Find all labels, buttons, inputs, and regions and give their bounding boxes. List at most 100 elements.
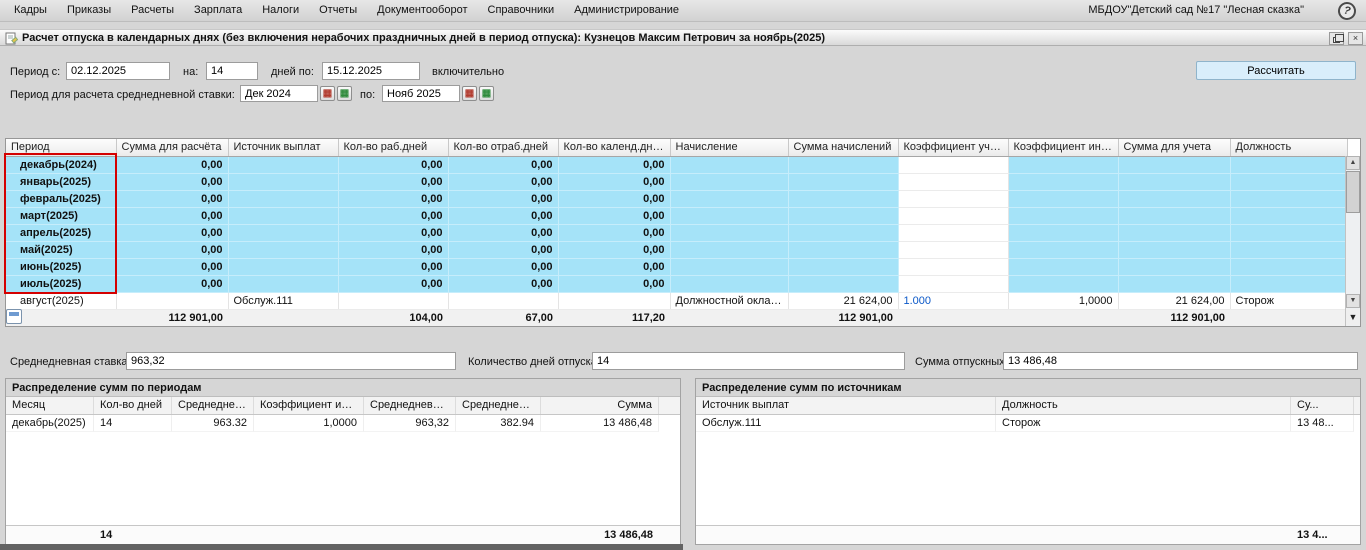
grid-cell[interactable]: 0,00: [448, 173, 558, 190]
grid-cell[interactable]: [1230, 207, 1347, 224]
grid-cell[interactable]: [1230, 173, 1347, 190]
grid-cell[interactable]: [670, 224, 788, 241]
menu-item[interactable]: Приказы: [57, 0, 121, 20]
scroll-down-icon[interactable]: ▼: [1346, 294, 1360, 308]
table-row[interactable]: декабрь(2025)14963.321,0000963,32382.941…: [6, 415, 680, 432]
grid-cell[interactable]: [898, 207, 1008, 224]
grid-column-header[interactable]: Сумма для учета: [1118, 139, 1230, 156]
grid-cell[interactable]: [1008, 173, 1118, 190]
grid-cell[interactable]: 0,00: [116, 190, 228, 207]
grid-cell[interactable]: 0,00: [448, 258, 558, 275]
table-cell[interactable]: Обслуж.111: [696, 415, 996, 432]
grid-cell[interactable]: 0,00: [116, 156, 228, 173]
grid-cell[interactable]: 0,00: [558, 275, 670, 292]
grid-cell[interactable]: Обслуж.111: [228, 292, 338, 309]
close-window-icon[interactable]: ×: [1348, 32, 1363, 45]
grid-cell[interactable]: 21 624,00: [788, 292, 898, 309]
grid-cell[interactable]: [228, 258, 338, 275]
menu-item[interactable]: Администрирование: [564, 0, 689, 20]
help-icon[interactable]: ?: [1336, 0, 1357, 21]
grid-row[interactable]: январь(2025)0,000,000,000,00: [6, 173, 1347, 190]
grid-cell[interactable]: 1.000: [898, 292, 1008, 309]
grid-column-header[interactable]: Кол-во раб.дней: [338, 139, 448, 156]
menu-item[interactable]: Отчеты: [309, 0, 367, 20]
grid-cell[interactable]: [670, 258, 788, 275]
grid-row[interactable]: июль(2025)0,000,000,000,00: [6, 275, 1347, 292]
calculate-button[interactable]: Рассчитать: [1196, 61, 1356, 80]
table-cell[interactable]: 14: [94, 415, 172, 432]
grid-cell[interactable]: [228, 275, 338, 292]
table-cell[interactable]: 13 486,48: [541, 415, 659, 432]
grid-cell[interactable]: [670, 275, 788, 292]
grid-cell[interactable]: [788, 258, 898, 275]
grid-cell[interactable]: [670, 207, 788, 224]
grid-cell[interactable]: [1118, 173, 1230, 190]
grid-cell[interactable]: 0,00: [338, 275, 448, 292]
grid-cell[interactable]: [898, 224, 1008, 241]
grid-cell[interactable]: [1230, 190, 1347, 207]
grid-cell[interactable]: [1230, 258, 1347, 275]
grid-row[interactable]: декабрь(2024)0,000,000,000,00: [6, 156, 1347, 173]
calendar-clear-icon[interactable]: ▦: [337, 86, 352, 101]
grid-cell[interactable]: 0,00: [338, 173, 448, 190]
table-cell[interactable]: декабрь(2025): [6, 415, 94, 432]
grid-cell[interactable]: 0,00: [558, 156, 670, 173]
grid-cell[interactable]: 0,00: [116, 173, 228, 190]
grid-cell[interactable]: 0,00: [558, 224, 670, 241]
grid-cell[interactable]: [1008, 190, 1118, 207]
grid-cell[interactable]: [558, 292, 670, 309]
grid-column-header[interactable]: Коэффициент участия: [898, 139, 1008, 156]
grid-cell[interactable]: май(2025): [6, 241, 116, 258]
calendar-picker-icon[interactable]: ▦: [462, 86, 477, 101]
grid-cell[interactable]: 0,00: [338, 190, 448, 207]
grid-cell[interactable]: 0,00: [338, 224, 448, 241]
grid-cell[interactable]: январь(2025): [6, 173, 116, 190]
column-header[interactable]: Среднедневной за...: [172, 397, 254, 414]
grid-cell[interactable]: [670, 173, 788, 190]
table-cell[interactable]: 1,0000: [254, 415, 364, 432]
grid-cell[interactable]: [898, 258, 1008, 275]
table-cell[interactable]: 13 48...: [1291, 415, 1354, 432]
grid-cell[interactable]: декабрь(2024): [6, 156, 116, 173]
grid-cell[interactable]: [448, 292, 558, 309]
grid-cell[interactable]: Сторож: [1230, 292, 1347, 309]
grid-cell[interactable]: 21 624,00: [1118, 292, 1230, 309]
grid-cell[interactable]: 0,00: [558, 207, 670, 224]
grid-cell[interactable]: март(2025): [6, 207, 116, 224]
grid-row[interactable]: апрель(2025)0,000,000,000,00: [6, 224, 1347, 241]
days-count-input[interactable]: [206, 62, 258, 80]
grid-cell[interactable]: [228, 173, 338, 190]
grid-cell[interactable]: 0,00: [448, 224, 558, 241]
grid-cell[interactable]: 0,00: [338, 258, 448, 275]
grid-cell[interactable]: [1008, 224, 1118, 241]
column-header[interactable]: Источник выплат: [696, 397, 996, 414]
column-header[interactable]: Среднедневной за...: [364, 397, 456, 414]
grid-cell[interactable]: [116, 292, 228, 309]
grid-cell[interactable]: [1008, 156, 1118, 173]
grid-cell[interactable]: [1008, 275, 1118, 292]
grid-cell[interactable]: 0,00: [116, 275, 228, 292]
column-header[interactable]: Коэффициент инд...: [254, 397, 364, 414]
column-header[interactable]: Должность: [996, 397, 1291, 414]
vacation-days-input[interactable]: [592, 352, 905, 370]
grid-cell[interactable]: 0,00: [116, 207, 228, 224]
grid-cell[interactable]: [228, 241, 338, 258]
grid-column-header[interactable]: Кол-во отраб.дней: [448, 139, 558, 156]
scroll-up-icon[interactable]: ▲: [1346, 156, 1360, 170]
grid-column-header[interactable]: Источник выплат: [228, 139, 338, 156]
column-header[interactable]: Среднедневной...: [456, 397, 541, 414]
table-cell[interactable]: 963.32: [172, 415, 254, 432]
grid-cell[interactable]: [228, 156, 338, 173]
column-header[interactable]: Кол-во дней: [94, 397, 172, 414]
vacation-sum-input[interactable]: [1003, 352, 1358, 370]
grid-cell[interactable]: 0,00: [448, 207, 558, 224]
grid-cell[interactable]: 1,0000: [1008, 292, 1118, 309]
grid-cell[interactable]: август(2025): [6, 292, 116, 309]
grid-cell[interactable]: [788, 173, 898, 190]
grid-cell[interactable]: [670, 241, 788, 258]
grid-cell[interactable]: июнь(2025): [6, 258, 116, 275]
grid-column-header[interactable]: Сумма для расчёта: [116, 139, 228, 156]
grid-cell[interactable]: 0,00: [558, 190, 670, 207]
column-header[interactable]: Сумма: [541, 397, 659, 414]
grid-cell[interactable]: [898, 156, 1008, 173]
